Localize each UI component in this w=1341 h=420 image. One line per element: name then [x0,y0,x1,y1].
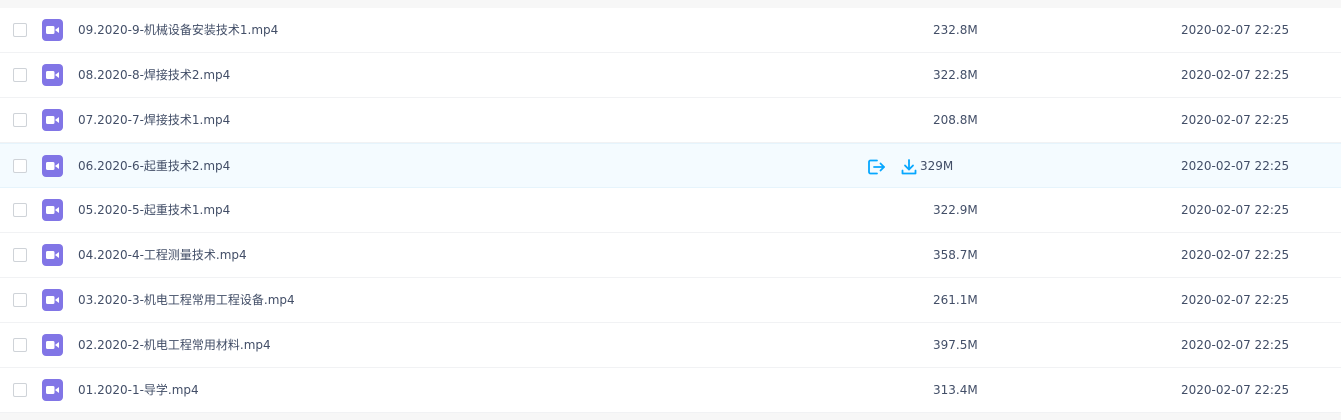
file-size: 261.1M [933,293,978,307]
video-file-icon [42,289,63,311]
file-rows: 09.2020-9-机械设备安装技术1.mp4 232.8M 2020-02-0… [0,8,1341,413]
row-checkbox[interactable] [13,293,27,307]
file-name[interactable]: 03.2020-3-机电工程常用工程设备.mp4 [78,278,295,322]
file-size: 329M [920,159,954,173]
row-checkbox[interactable] [13,203,27,217]
row-checkbox[interactable] [13,338,27,352]
file-size: 232.8M [933,23,978,37]
video-file-icon [42,19,63,41]
row-checkbox[interactable] [13,113,27,127]
download-icon[interactable] [899,157,919,177]
file-list: 09.2020-9-机械设备安装技术1.mp4 232.8M 2020-02-0… [0,0,1341,420]
file-name[interactable]: 08.2020-8-焊接技术2.mp4 [78,53,230,97]
row-checkbox[interactable] [13,383,27,397]
file-row[interactable]: 02.2020-2-机电工程常用材料.mp4 397.5M 2020-02-07… [0,323,1341,368]
file-row[interactable]: 05.2020-5-起重技术1.mp4 322.9M 2020-02-07 22… [0,188,1341,233]
file-size: 322.8M [933,68,978,82]
video-file-icon [42,379,63,401]
file-name[interactable]: 04.2020-4-工程测量技术.mp4 [78,233,247,277]
row-checkbox[interactable] [13,159,27,173]
file-row[interactable]: 08.2020-8-焊接技术2.mp4 322.8M 2020-02-07 22… [0,53,1341,98]
file-date: 2020-02-07 22:25 [1181,68,1290,82]
file-name[interactable]: 07.2020-7-焊接技术1.mp4 [78,98,230,142]
file-size: 322.9M [933,203,978,217]
file-name[interactable]: 05.2020-5-起重技术1.mp4 [78,188,230,232]
file-date: 2020-02-07 22:25 [1181,383,1290,397]
video-file-icon [42,155,63,177]
file-row-hovered[interactable]: 06.2020-6-起重技术2.mp4 329M 2020-02-07 22:2… [0,143,1341,188]
file-date: 2020-02-07 22:25 [1181,203,1290,217]
file-size: 313.4M [933,383,978,397]
video-file-icon [42,199,63,221]
file-date: 2020-02-07 22:25 [1181,23,1290,37]
share-icon[interactable] [866,157,886,177]
file-date: 2020-02-07 22:25 [1181,248,1290,262]
file-date: 2020-02-07 22:25 [1181,293,1290,307]
file-size: 208.8M [933,113,978,127]
file-date: 2020-02-07 22:25 [1181,113,1290,127]
video-file-icon [42,334,63,356]
file-size: 397.5M [933,338,978,352]
file-row[interactable]: 03.2020-3-机电工程常用工程设备.mp4 261.1M 2020-02-… [0,278,1341,323]
video-file-icon [42,64,63,86]
row-checkbox[interactable] [13,68,27,82]
file-date: 2020-02-07 22:25 [1181,338,1290,352]
file-row[interactable]: 04.2020-4-工程测量技术.mp4 358.7M 2020-02-07 2… [0,233,1341,278]
video-file-icon [42,244,63,266]
file-date: 2020-02-07 22:25 [1181,159,1290,173]
file-name[interactable]: 06.2020-6-起重技术2.mp4 [78,144,230,188]
file-name[interactable]: 01.2020-1-导学.mp4 [78,368,199,412]
row-checkbox[interactable] [13,23,27,37]
file-name[interactable]: 09.2020-9-机械设备安装技术1.mp4 [78,8,278,52]
video-file-icon [42,109,63,131]
file-size: 358.7M [933,248,978,262]
file-name[interactable]: 02.2020-2-机电工程常用材料.mp4 [78,323,271,367]
row-checkbox[interactable] [13,248,27,262]
file-row[interactable]: 01.2020-1-导学.mp4 313.4M 2020-02-07 22:25 [0,368,1341,413]
file-row[interactable]: 07.2020-7-焊接技术1.mp4 208.8M 2020-02-07 22… [0,98,1341,143]
file-row[interactable]: 09.2020-9-机械设备安装技术1.mp4 232.8M 2020-02-0… [0,8,1341,53]
